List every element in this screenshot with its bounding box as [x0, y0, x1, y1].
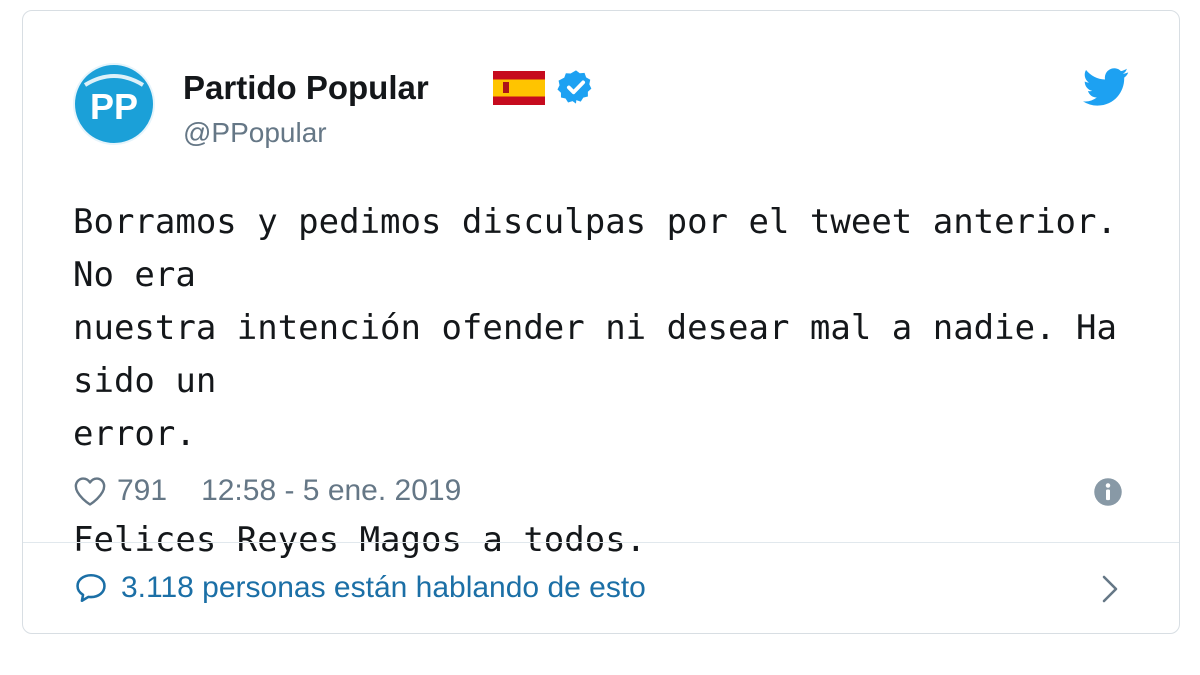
conversation-link[interactable]: 3.118 personas están hablando de esto [73, 569, 646, 607]
verified-badge-icon [557, 70, 592, 104]
spain-flag-icon [493, 71, 545, 105]
heart-icon[interactable] [73, 475, 107, 507]
tweet-card: PP Partido Popular @PPopular Borramos y … [22, 10, 1180, 634]
avatar-initials: PP [90, 86, 138, 127]
conversation-count[interactable]: 3.118 personas están hablando de esto [121, 571, 646, 605]
like-count[interactable]: 791 [117, 474, 167, 508]
tweet-timestamp[interactable]: 12:58 - 5 ene. 2019 [201, 474, 461, 508]
divider [23, 542, 1179, 543]
tweet-meta: 791 12:58 - 5 ene. 2019 [73, 473, 461, 509]
tweet-text: Borramos y pedimos disculpas por el twee… [73, 202, 1117, 560]
chevron-right-icon[interactable] [1099, 572, 1121, 606]
twitter-bird-icon[interactable] [1083, 67, 1129, 107]
author-handle[interactable]: @PPopular [183, 117, 327, 149]
info-icon[interactable] [1093, 477, 1123, 507]
author-name[interactable]: Partido Popular [183, 69, 429, 107]
speech-bubble-icon [76, 573, 106, 603]
avatar[interactable]: PP [73, 63, 155, 145]
